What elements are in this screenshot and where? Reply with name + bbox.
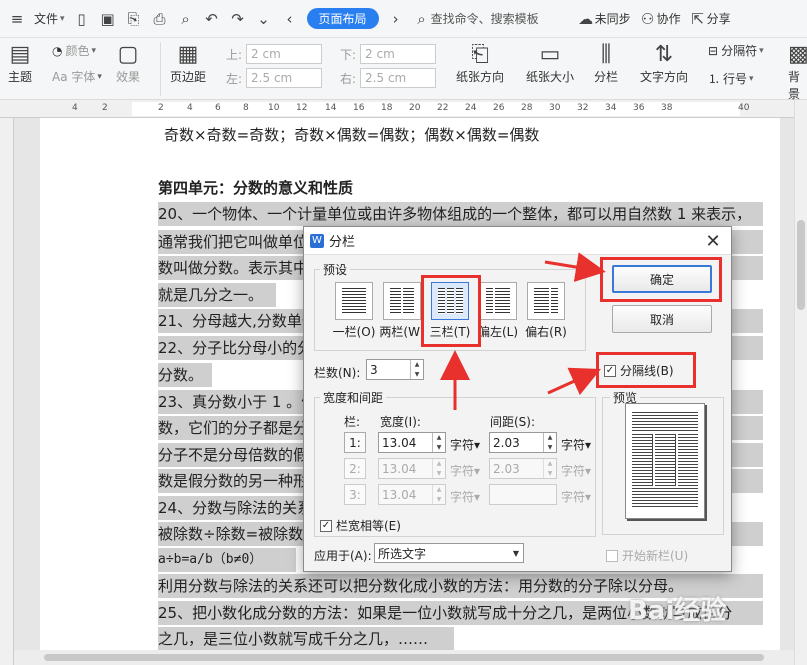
watermark: Bai经验 [628,596,727,626]
annotation-arrows [440,252,606,410]
arrow-to-ok [544,252,606,282]
arrow-to-separator [547,367,601,396]
